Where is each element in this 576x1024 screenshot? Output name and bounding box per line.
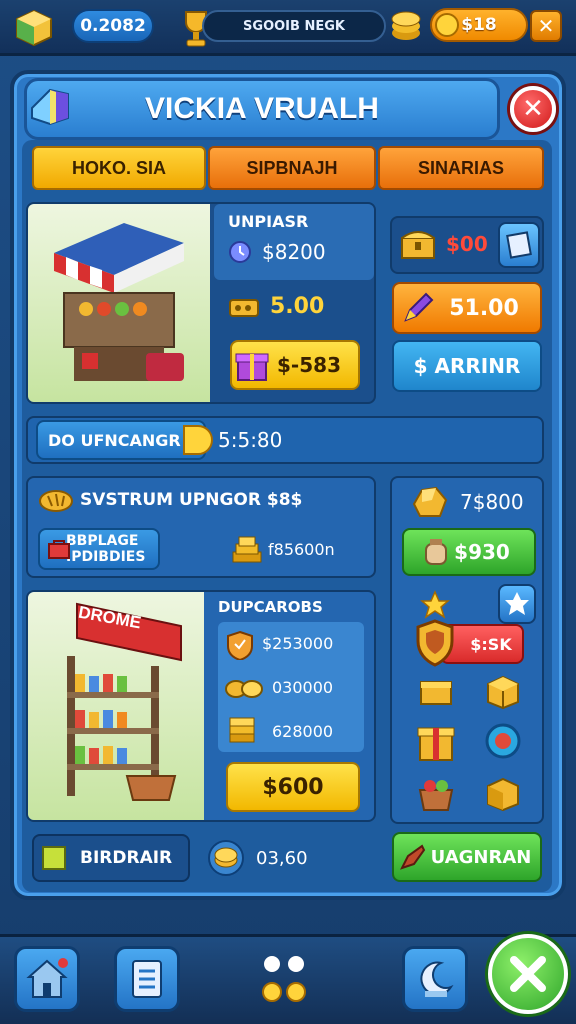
- earning-button[interactable]: $ ARRINR: [392, 340, 542, 392]
- bread-icon: [38, 486, 74, 516]
- favorite-star-button[interactable]: [498, 584, 536, 624]
- system-title: SVSTRUM UPNGOR $8$: [80, 490, 303, 510]
- coin-icon: [434, 12, 460, 38]
- chest-value: $00: [446, 232, 488, 256]
- gold-bars-icon: [230, 534, 264, 566]
- confirm-close-button[interactable]: [488, 934, 568, 1014]
- title-pill: SGOOIB NEGK: [202, 10, 386, 42]
- card-icon[interactable]: [498, 222, 540, 268]
- coin-stack-icon: [390, 9, 422, 43]
- coin-play-icon: [180, 422, 214, 458]
- system-value: f85600n: [268, 540, 335, 559]
- basket-icon: [414, 772, 458, 816]
- coin-pile-icon: [206, 838, 246, 878]
- panel-close-button[interactable]: ✕: [510, 86, 556, 132]
- cube-icon[interactable]: [14, 8, 54, 48]
- drome-stall-image[interactable]: DROME: [28, 592, 204, 820]
- jar-icon: [422, 536, 450, 568]
- brush-icon: [398, 842, 428, 872]
- box-icon: [484, 776, 522, 812]
- tab-hoko[interactable]: HOKO. SIA: [32, 146, 206, 190]
- menu-dots-icon[interactable]: [256, 950, 316, 1014]
- profile-nav-button[interactable]: [402, 946, 468, 1012]
- coins-icon: [224, 676, 264, 702]
- crate-icon: [484, 674, 522, 710]
- treasure-box-icon: [416, 672, 456, 710]
- top-close-button[interactable]: ✕: [530, 10, 562, 42]
- shop-bag-icon: [46, 536, 72, 562]
- tab-sipbnajh[interactable]: SIPBNAJH: [208, 146, 376, 190]
- orb-icon: [484, 722, 522, 760]
- stall-two-buy-button[interactable]: $600: [226, 762, 360, 812]
- tab-sinarias[interactable]: SINARIAS: [378, 146, 544, 190]
- stall-two-row2: 030000: [272, 678, 334, 697]
- square-icon: [42, 846, 66, 870]
- x-mark-icon: [510, 956, 546, 992]
- panel-title-text: VICKIA VRUALH: [145, 92, 379, 125]
- house-icon: [26, 958, 68, 998]
- gift-icon: [234, 346, 270, 384]
- stall-two-row1: $253000: [262, 634, 334, 653]
- gold-ore-icon: [408, 484, 450, 520]
- shield-icon: [414, 618, 456, 668]
- reward-value: 7$800: [460, 490, 524, 514]
- list-nav-button[interactable]: [114, 946, 180, 1012]
- currency-pill[interactable]: 0.2082: [72, 9, 154, 43]
- market-stall-image[interactable]: [28, 204, 210, 402]
- badge-icon: [226, 630, 254, 660]
- home-nav-button[interactable]: [14, 946, 80, 1012]
- panel-title: VICKIA VRUALH: [24, 78, 500, 140]
- stall-one-price: $8200: [262, 240, 326, 264]
- progress-value: 5:5:80: [218, 428, 283, 452]
- star-icon: [420, 590, 450, 620]
- ticket-icon: [228, 294, 260, 322]
- pencil-icon: [400, 290, 434, 326]
- chest-icon: [398, 226, 438, 264]
- stall-one-label: UNPIASR: [228, 212, 309, 231]
- clock-icon: [228, 240, 252, 264]
- document-icon: [132, 960, 162, 998]
- stall-two-row3: 628000: [272, 722, 334, 741]
- coin-value: 03,60: [256, 848, 308, 869]
- gift-box-icon: [414, 718, 458, 764]
- book-icon[interactable]: [26, 84, 74, 130]
- moon-icon: [420, 961, 454, 997]
- stall-two-label: DUPCAROBS: [218, 598, 323, 616]
- stall-one-coins: 5.00: [270, 294, 325, 319]
- stack-icon: [226, 716, 258, 746]
